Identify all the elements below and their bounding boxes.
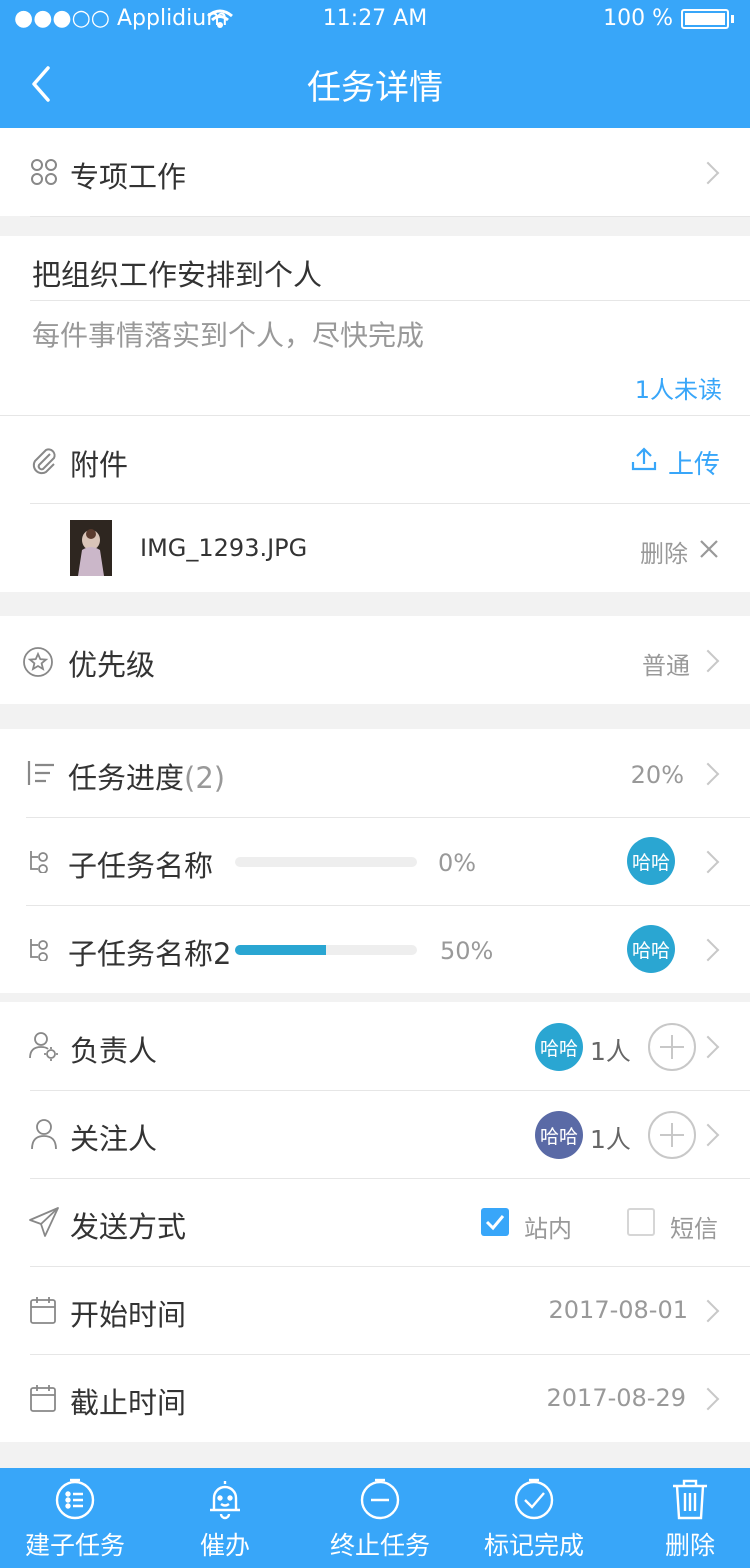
start-date-row[interactable]: 开始时间 2017-08-01 (0, 1266, 750, 1354)
trash-icon (673, 1479, 707, 1520)
user-icon (30, 1118, 58, 1154)
subtask-row[interactable]: 子任务名称 0% 哈哈 (0, 817, 750, 905)
attachment-filename[interactable]: IMG_1293.JPG (140, 534, 307, 562)
avatar[interactable]: 哈哈 (535, 1111, 583, 1159)
sms-label: 短信 (670, 1215, 718, 1243)
paper-plane-icon (28, 1206, 60, 1242)
subtask-percent: 0% (438, 849, 477, 877)
battery: 100 % (603, 6, 734, 31)
tab-label: 删除 (664, 1531, 715, 1560)
create-subtask-button[interactable]: 建子任务 (0, 1468, 150, 1568)
task-content: 把组织工作安排到个人 每件事情落实到个人，尽快完成 1人未读 (0, 236, 750, 416)
grid-icon (30, 158, 58, 190)
send-method-row: 发送方式 站内 短信 (0, 1178, 750, 1266)
progress-header-row[interactable]: 任务进度(2) 20% (0, 729, 750, 817)
unread-link[interactable]: 1人未读 (635, 370, 722, 405)
chevron-right-icon (696, 1035, 720, 1059)
status-bar: ●●●○○ Applidium 11:27 AM 100 % (0, 0, 750, 40)
special-work-label: 专项工作 (70, 160, 187, 194)
sms-checkbox[interactable] (627, 1208, 655, 1236)
priority-label: 优先级 (68, 648, 156, 682)
list-icon (26, 759, 56, 791)
chevron-right-icon (696, 1299, 720, 1323)
end-date-row[interactable]: 截止时间 2017-08-29 (0, 1354, 750, 1442)
add-owner-button[interactable] (648, 1023, 696, 1071)
battery-icon (681, 8, 729, 29)
avatar[interactable]: 哈哈 (627, 837, 675, 885)
chevron-right-icon (696, 161, 720, 185)
terminate-task-button[interactable]: 终止任务 (305, 1468, 455, 1568)
owner-label: 负责人 (70, 1034, 158, 1068)
subtask-name: 子任务名称 (68, 849, 214, 883)
delete-task-button[interactable]: 删除 (615, 1468, 750, 1568)
subtask-progress-bar (235, 945, 417, 955)
progress-label: 任务进度(2) (68, 761, 226, 795)
in-app-label: 站内 (524, 1215, 572, 1243)
attachments-label: 附件 (70, 448, 129, 482)
battery-label: 100 % (603, 6, 673, 31)
subtask-percent: 50% (440, 937, 494, 965)
send-method-label: 发送方式 (70, 1210, 187, 1244)
task-title: 把组织工作安排到个人 (32, 258, 323, 292)
list-circle-icon (55, 1478, 95, 1520)
chevron-right-icon (696, 762, 720, 786)
star-icon (22, 646, 54, 682)
chevron-right-icon (696, 850, 720, 874)
attachment-item: IMG_1293.JPG 删除 (0, 504, 750, 592)
follower-label: 关注人 (70, 1122, 158, 1156)
calendar-icon (30, 1296, 56, 1328)
subtask-row[interactable]: 子任务名称2 50% 哈哈 (0, 905, 750, 993)
start-date-value: 2017-08-01 (548, 1296, 688, 1324)
subtask-icon (28, 937, 54, 965)
follower-count: 1人 (590, 1125, 631, 1154)
tab-label: 催办 (199, 1531, 250, 1560)
end-date-label: 截止时间 (70, 1386, 187, 1420)
subtask-icon (28, 849, 54, 877)
subtask-name: 子任务名称2 (68, 937, 232, 971)
owner-settings-icon (28, 1030, 60, 1066)
upload-button[interactable]: 上传 (630, 444, 720, 481)
check-circle-icon (514, 1478, 554, 1520)
attachments-section: 附件 上传 IMG_1293.JPG 删除 (0, 416, 750, 592)
chevron-right-icon (696, 1387, 720, 1411)
tab-label: 建子任务 (24, 1531, 125, 1560)
task-description: 每件事情落实到个人，尽快完成 (32, 319, 425, 352)
page-title: 任务详情 (307, 68, 443, 108)
calendar-icon (30, 1384, 56, 1416)
chevron-right-icon (696, 649, 720, 673)
progress-section: 任务进度(2) 20% 子任务名称 0% 哈哈 子任务名称2 50% 哈哈 (0, 729, 750, 993)
progress-count: (2) (184, 761, 226, 795)
add-follower-button[interactable] (648, 1111, 696, 1159)
avatar[interactable]: 哈哈 (535, 1023, 583, 1071)
tab-label: 终止任务 (329, 1531, 430, 1560)
bottom-toolbar: 建子任务 催办 终止任务 标记完成 删除 (0, 1468, 750, 1568)
special-work-row[interactable]: 专项工作 (0, 128, 750, 216)
end-date-value: 2017-08-29 (546, 1384, 686, 1412)
in-app-checkbox[interactable] (481, 1208, 509, 1236)
nav-bar: 任务详情 (0, 40, 750, 128)
avatar[interactable]: 哈哈 (627, 925, 675, 973)
progress-value: 20% (630, 761, 684, 789)
delete-attachment-button[interactable]: 删除 (640, 534, 720, 569)
settings-section: 负责人 哈哈 1人 关注人 哈哈 1人 发送方式 站内 短信 开始时间 2017… (0, 1002, 750, 1442)
paperclip-icon (30, 446, 58, 480)
image-thumbnail[interactable] (70, 520, 112, 576)
minus-circle-icon (360, 1478, 400, 1520)
start-date-label: 开始时间 (70, 1298, 187, 1332)
chevron-right-icon (696, 1123, 720, 1147)
tab-label: 标记完成 (483, 1531, 584, 1560)
close-icon (698, 538, 720, 566)
mark-complete-button[interactable]: 标记完成 (459, 1468, 609, 1568)
owner-row[interactable]: 负责人 哈哈 1人 (0, 1002, 750, 1090)
urge-button[interactable]: 催办 (150, 1468, 300, 1568)
chevron-right-icon (696, 938, 720, 962)
owner-count: 1人 (590, 1037, 631, 1066)
follower-row[interactable]: 关注人 哈哈 1人 (0, 1090, 750, 1178)
priority-row[interactable]: 优先级 普通 (0, 616, 750, 704)
subtask-progress-fill (235, 945, 326, 955)
priority-value: 普通 (642, 652, 690, 680)
bell-icon (210, 1481, 240, 1520)
upload-icon (630, 446, 658, 479)
subtask-progress-bar (235, 857, 417, 867)
